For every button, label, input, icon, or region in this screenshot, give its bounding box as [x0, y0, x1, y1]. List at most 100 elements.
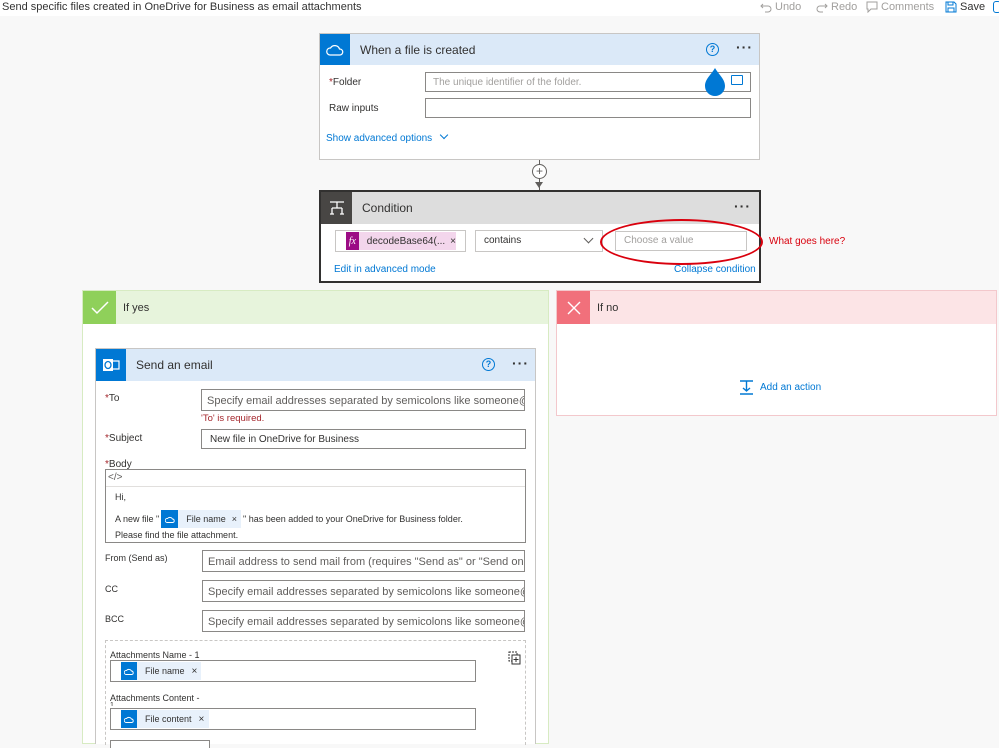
collapse-condition-link[interactable]: Collapse condition: [674, 264, 756, 275]
more-options-icon[interactable]: ···: [736, 39, 753, 55]
condition-title: Condition: [362, 201, 413, 215]
file-name-token-label: File name: [186, 514, 226, 524]
attachments-content-input[interactable]: File content ×: [110, 708, 476, 730]
folder-label: *Folder: [329, 77, 362, 88]
trigger-header[interactable]: When a file is created: [320, 34, 759, 65]
from-label: From (Send as): [105, 553, 168, 563]
chevron-down-icon: [583, 233, 594, 244]
attachments-content-label: Attachments Content -: [110, 693, 200, 703]
more-options-icon[interactable]: ···: [734, 198, 751, 214]
condition-left-operand[interactable]: fx decodeBase64(... ×: [335, 230, 466, 252]
operator-select[interactable]: contains: [475, 230, 603, 252]
switch-to-array-icon[interactable]: [508, 651, 521, 665]
undo-label: Undo: [775, 1, 802, 13]
remove-token-icon[interactable]: ×: [450, 236, 456, 247]
raw-inputs-label: Raw inputs: [329, 103, 379, 114]
chevron-down-icon: [439, 130, 449, 140]
to-label: *To: [105, 393, 120, 404]
raw-inputs-field[interactable]: [425, 98, 751, 118]
onedrive-icon: [320, 34, 350, 65]
save-icon: [945, 1, 957, 13]
cc-label: CC: [105, 584, 118, 594]
undo-button[interactable]: Undo: [760, 1, 801, 13]
arrow-down-icon: [535, 182, 543, 188]
subject-label: *Subject: [105, 433, 143, 444]
insert-step-icon[interactable]: +: [532, 164, 547, 179]
file-content-token[interactable]: File content ×: [121, 710, 209, 728]
body-line-2: A new file " File name × " has been adde…: [115, 510, 463, 528]
condition-icon: [321, 192, 352, 224]
from-input[interactable]: Email address to send mail from (require…: [202, 550, 525, 572]
remove-token-icon[interactable]: ×: [192, 666, 198, 677]
body-line-2-prefix: A new file ": [115, 514, 160, 524]
body-line-2-suffix: " has been added to your OneDrive for Bu…: [243, 514, 463, 524]
redo-icon: [816, 3, 828, 13]
onedrive-icon: [121, 710, 137, 728]
add-action-label: Add an action: [760, 382, 822, 393]
redo-label: Redo: [831, 1, 858, 13]
onedrive-icon: [121, 662, 137, 680]
folder-picker-icon[interactable]: [731, 75, 743, 85]
onedrive-icon: [161, 510, 179, 528]
add-action-icon: [740, 380, 753, 395]
attachments-name-label: Attachments Name - 1: [110, 650, 200, 660]
add-new-item-button[interactable]: [110, 740, 210, 748]
bcc-input[interactable]: Specify email addresses separated by sem…: [202, 610, 525, 632]
attachments-group: Attachments Name - 1 File name × Attachm…: [105, 640, 526, 748]
file-name-token-label: File name: [145, 666, 185, 676]
send-email-card: Send an email ? ··· *To Specify email ad…: [95, 348, 536, 748]
outlook-icon: [96, 349, 126, 381]
remove-token-icon[interactable]: ×: [232, 514, 237, 524]
expression-token-label: decodeBase64(...: [366, 235, 446, 247]
if-yes-header: If yes: [83, 291, 548, 324]
remove-token-icon[interactable]: ×: [199, 714, 205, 725]
trigger-card: When a file is created ? ··· *Folder The…: [319, 33, 760, 160]
more-options-icon[interactable]: ···: [512, 355, 529, 371]
top-bar: Send specific files created in OneDrive …: [0, 0, 999, 16]
body-editor[interactable]: </> Hi, A new file " File name × " has b…: [105, 469, 526, 543]
annotation-text: What goes here?: [769, 236, 846, 247]
checkmark-icon: [83, 291, 116, 324]
annotation-ellipse: [600, 219, 763, 265]
code-view-icon[interactable]: </>: [108, 472, 122, 483]
overflow-icon[interactable]: [993, 1, 999, 13]
body-line-3: Please find the file attachment.: [115, 530, 239, 540]
if-no-branch: If no Add an action: [556, 290, 997, 416]
comments-label: Comments: [881, 1, 935, 13]
if-no-title: If no: [597, 302, 619, 314]
editor-divider: [106, 486, 525, 487]
edit-advanced-mode-link[interactable]: Edit in advanced mode: [334, 264, 436, 275]
file-name-token[interactable]: File name ×: [121, 662, 201, 680]
expression-token[interactable]: fx decodeBase64(... ×: [346, 232, 456, 250]
operator-value: contains: [484, 235, 522, 246]
close-icon: [557, 291, 590, 324]
send-email-title: Send an email: [136, 358, 213, 372]
body-line-1: Hi,: [115, 492, 126, 502]
trigger-title: When a file is created: [360, 42, 476, 57]
fx-icon: fx: [346, 232, 359, 250]
comment-icon: [866, 1, 878, 13]
if-yes-title: If yes: [123, 302, 150, 314]
cc-input[interactable]: Specify email addresses separated by sem…: [202, 580, 525, 602]
redo-button[interactable]: Redo: [816, 1, 857, 13]
to-error-message: 'To' is required.: [201, 413, 265, 424]
show-advanced-options-link[interactable]: Show advanced options: [326, 130, 449, 144]
to-input[interactable]: Specify email addresses separated by sem…: [201, 389, 525, 411]
save-button[interactable]: Save: [945, 1, 985, 13]
comments-button[interactable]: Comments: [866, 1, 934, 13]
subject-input[interactable]: New file in OneDrive for Business: [201, 429, 526, 449]
file-content-token-label: File content: [145, 714, 192, 724]
help-icon[interactable]: ?: [706, 43, 719, 56]
drop-cursor-icon: [703, 67, 727, 97]
file-name-token[interactable]: File name ×: [161, 510, 241, 528]
flow-title: Send specific files created in OneDrive …: [2, 1, 362, 13]
bcc-label: BCC: [105, 614, 125, 624]
help-icon[interactable]: ?: [482, 358, 495, 371]
attachments-content-label-index: 1: [110, 702, 114, 706]
save-label: Save: [960, 1, 986, 13]
add-action-button[interactable]: Add an action: [739, 380, 821, 395]
if-no-header: If no: [557, 291, 996, 324]
send-email-header[interactable]: Send an email: [96, 349, 535, 381]
undo-icon: [760, 3, 772, 13]
attachments-name-input[interactable]: File name ×: [110, 660, 476, 682]
